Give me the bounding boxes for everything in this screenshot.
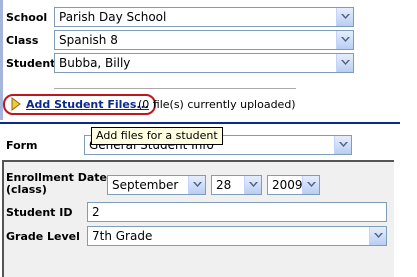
enrollment-year-value: 2009 bbox=[272, 178, 303, 192]
enrollment-month-select[interactable]: September bbox=[107, 175, 206, 195]
form-label: Form bbox=[6, 139, 38, 152]
grade-level-value: 7th Grade bbox=[92, 229, 153, 243]
student-id-input[interactable]: 2 bbox=[87, 202, 387, 222]
dropdown-arrow-icon[interactable] bbox=[302, 176, 319, 194]
files-upload-status: (0 file(s) currently uploaded) bbox=[138, 98, 296, 111]
dropdown-arrow-icon[interactable] bbox=[369, 227, 386, 245]
add-student-files-link[interactable]: Add Student Files... bbox=[26, 98, 149, 111]
class-select[interactable]: Spanish 8 bbox=[54, 30, 354, 50]
class-label: Class bbox=[6, 34, 39, 47]
section-rule bbox=[0, 122, 400, 124]
tooltip: Add files for a student bbox=[91, 127, 223, 145]
student-label: Student bbox=[6, 57, 56, 70]
dropdown-arrow-icon[interactable] bbox=[334, 136, 351, 154]
enrollment-date-label: Enrollment Date (class) bbox=[6, 171, 107, 196]
dropdown-arrow-icon[interactable] bbox=[188, 176, 205, 194]
student-divider bbox=[54, 88, 296, 89]
dropdown-arrow-icon[interactable] bbox=[244, 176, 261, 194]
school-label: School bbox=[6, 11, 48, 24]
school-select[interactable]: Parish Day School bbox=[54, 7, 354, 27]
play-arrow-icon[interactable] bbox=[11, 97, 21, 114]
grade-level-select[interactable]: 7th Grade bbox=[87, 226, 387, 246]
enrollment-day-select[interactable]: 28 bbox=[211, 175, 262, 195]
student-id-label: Student ID bbox=[6, 206, 73, 219]
student-select-value: Bubba, Billy bbox=[59, 56, 131, 70]
enrollment-year-select[interactable]: 2009 bbox=[267, 175, 320, 195]
grade-level-label: Grade Level bbox=[6, 230, 80, 243]
tooltip-text: Add files for a student bbox=[96, 129, 218, 142]
dropdown-arrow-icon[interactable] bbox=[336, 31, 353, 49]
student-select[interactable]: Bubba, Billy bbox=[54, 53, 354, 73]
enrollment-day-value: 28 bbox=[216, 178, 232, 192]
class-select-value: Spanish 8 bbox=[59, 33, 118, 47]
dropdown-arrow-icon[interactable] bbox=[336, 54, 353, 72]
dropdown-arrow-icon[interactable] bbox=[336, 8, 353, 26]
school-select-value: Parish Day School bbox=[59, 10, 167, 24]
student-id-value: 2 bbox=[92, 205, 100, 219]
enrollment-month-value: September bbox=[112, 178, 179, 192]
